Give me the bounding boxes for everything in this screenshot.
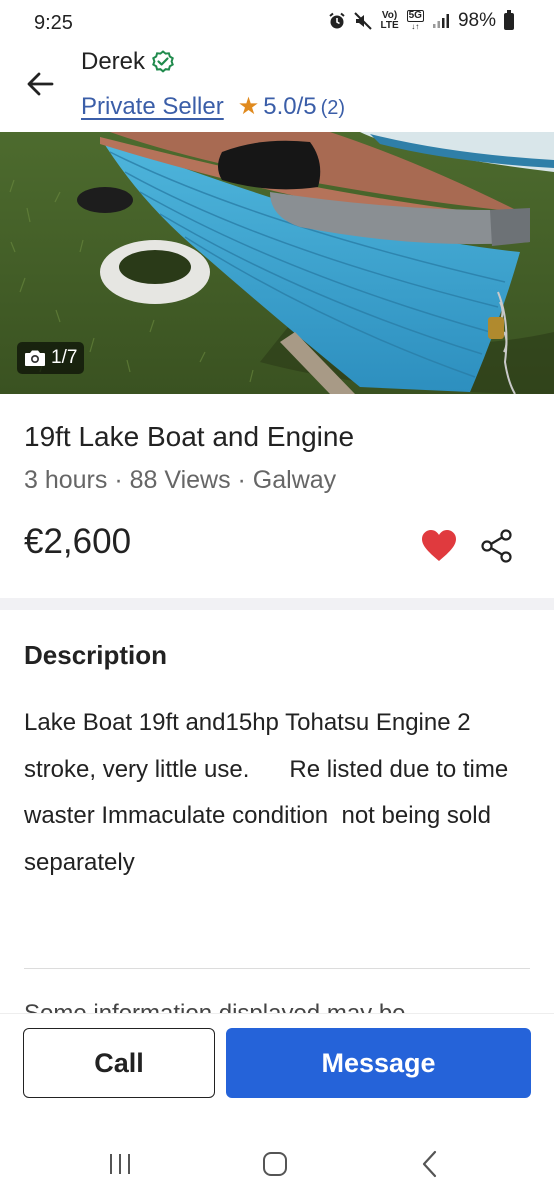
5g-icon: 5G ↓↑ xyxy=(406,10,424,31)
seller-name-row[interactable]: Derek xyxy=(81,48,175,76)
message-button[interactable]: Message xyxy=(226,1028,531,1098)
call-button[interactable]: Call xyxy=(23,1028,215,1098)
camera-icon xyxy=(25,350,45,366)
battery-icon xyxy=(504,9,514,30)
volte-icon: Vo) LTE xyxy=(380,10,399,31)
status-icons: Vo) LTE 5G ↓↑ 98% xyxy=(328,9,514,32)
home-icon[interactable] xyxy=(263,1152,287,1176)
share-icon[interactable] xyxy=(480,528,514,564)
description-heading: Description xyxy=(24,640,168,670)
favorite-heart-icon[interactable] xyxy=(420,528,458,564)
battery-percent: 98% xyxy=(457,10,496,31)
contact-action-bar: Call Message xyxy=(0,1013,554,1111)
divider-line xyxy=(24,968,530,969)
back-arrow-icon[interactable] xyxy=(22,66,58,102)
seller-type-link[interactable]: Private Seller xyxy=(81,93,224,121)
disclaimer-text: Some information displayed may be xyxy=(24,1000,406,1014)
description-body: Lake Boat 19ft and15hp Tohatsu Engine 2 … xyxy=(24,709,515,876)
star-icon: ★ xyxy=(237,93,260,120)
seller-name: Derek xyxy=(81,48,146,75)
listing-title: 19ft Lake Boat and Engine xyxy=(24,421,355,452)
status-time: 9:25 xyxy=(34,12,73,34)
listing-photo[interactable]: 1/7 xyxy=(0,132,554,394)
section-divider xyxy=(0,598,554,610)
alarm-icon xyxy=(329,12,346,29)
seller-info-row: Private Seller ★ 5.0/5 (2) xyxy=(81,92,345,121)
listing-price: €2,600 xyxy=(24,522,132,561)
photo-counter-text: 1/7 xyxy=(51,347,78,368)
verified-icon xyxy=(152,50,174,73)
rating-count: (2) xyxy=(320,97,346,119)
seller-header: Derek Private Seller ★ 5.0/5 (2) xyxy=(0,46,554,132)
rating-value: 5.0/5 xyxy=(263,93,317,120)
listing-meta: 3 hours · 88 Views · Galway xyxy=(24,466,337,494)
mute-icon xyxy=(354,12,373,30)
nav-back-icon[interactable] xyxy=(420,1150,440,1178)
system-nav-bar xyxy=(0,1130,554,1200)
status-bar: 9:25 Vo) LTE 5G ↓↑ 98% xyxy=(0,0,554,46)
photo-counter: 1/7 xyxy=(17,342,85,374)
seller-rating[interactable]: ★ 5.0/5 (2) xyxy=(238,92,345,121)
signal-icon xyxy=(432,14,449,28)
recent-apps-icon[interactable] xyxy=(108,1152,132,1176)
